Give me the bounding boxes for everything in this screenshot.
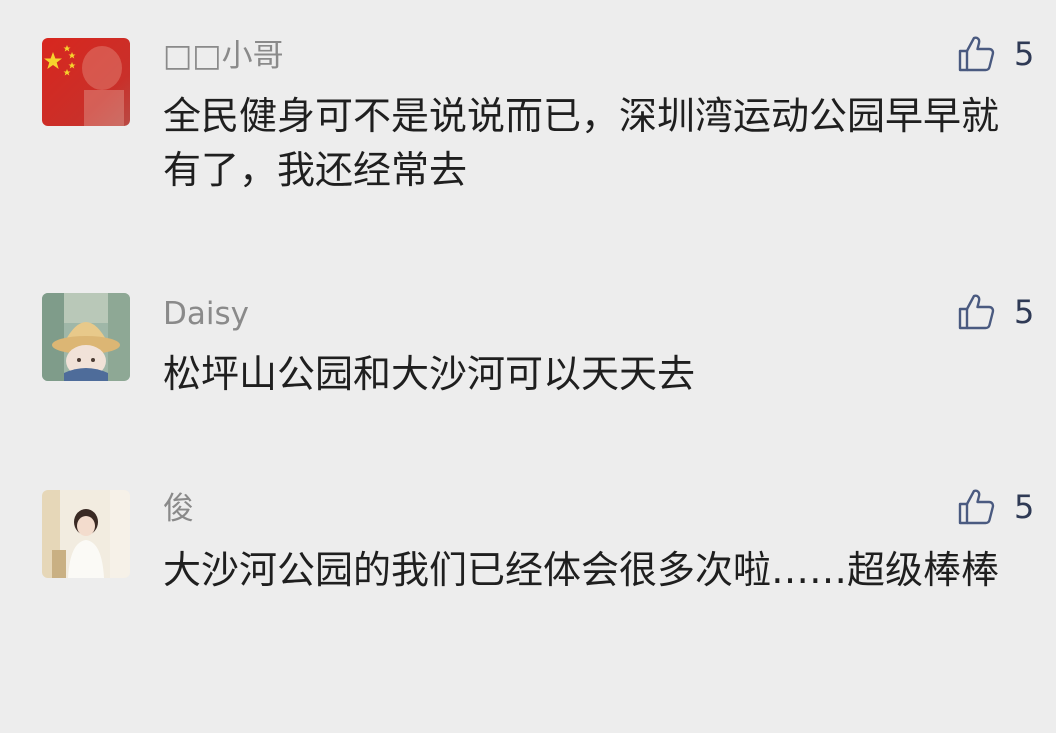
like-count: 5 (1014, 488, 1035, 526)
like-button[interactable]: 5 (956, 485, 1042, 529)
avatar[interactable] (42, 490, 130, 578)
comment-text: 大沙河公园的我们已经体会很多次啦……超级棒棒 (163, 548, 1000, 592)
comment-username[interactable]: 俊 (163, 491, 194, 527)
comment-text: 全民健身可不是说说而已，深圳湾运动公园早早就有了，我还经常去 (163, 94, 1000, 192)
china-flag-avatar (42, 38, 130, 126)
comment-username[interactable]: Daisy (163, 296, 249, 332)
comment-username[interactable]: □□小哥 (163, 38, 284, 74)
girl-portrait-avatar (42, 490, 130, 578)
straw-hat-avatar (42, 293, 130, 381)
thumbs-up-icon (958, 36, 995, 72)
like-count: 5 (1014, 35, 1035, 73)
avatar[interactable] (42, 293, 130, 381)
avatar[interactable] (42, 38, 130, 126)
like-count: 5 (1014, 293, 1035, 331)
thumbs-up-icon (958, 294, 995, 330)
thumbs-up-icon (958, 489, 995, 525)
like-button[interactable]: 5 (956, 290, 1042, 334)
like-button[interactable]: 5 (956, 32, 1042, 76)
comment-text: 松坪山公园和大沙河可以天天去 (163, 352, 696, 396)
